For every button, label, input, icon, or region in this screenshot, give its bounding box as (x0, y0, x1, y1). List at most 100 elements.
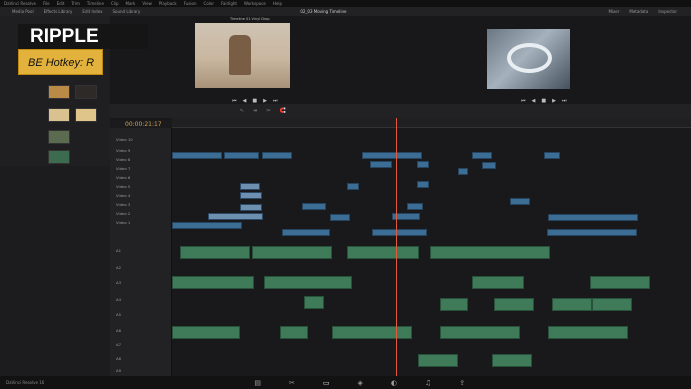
audio-clip[interactable] (252, 246, 332, 259)
timeline-viewer[interactable] (487, 29, 570, 89)
clip-thumbnail[interactable] (48, 150, 70, 164)
video-clip[interactable] (547, 229, 637, 236)
fairlight-page-icon[interactable]: ♫ (425, 379, 431, 387)
time-ruler[interactable] (172, 118, 691, 128)
video-clip[interactable] (302, 203, 326, 210)
menu-item-12[interactable]: Workspace (244, 1, 266, 6)
video-clip[interactable] (282, 229, 330, 236)
menu-item-13[interactable]: Help (273, 1, 282, 6)
video-clip[interactable] (240, 183, 260, 190)
menu-item-11[interactable]: Fairlight (221, 1, 237, 6)
menu-item-2[interactable]: Edit (57, 1, 65, 6)
audio-clip[interactable] (347, 246, 419, 259)
video-clip[interactable] (224, 152, 259, 159)
menu-item-5[interactable]: Clip (111, 1, 119, 6)
menu-item-8[interactable]: Playback (159, 1, 177, 6)
clip-thumbnail[interactable] (75, 108, 97, 122)
media-pool-button[interactable]: Media Pool (12, 9, 34, 14)
video-clip[interactable] (208, 213, 263, 220)
audio-clip[interactable] (172, 276, 254, 289)
person-silhouette (229, 35, 251, 75)
video-clip[interactable] (330, 214, 350, 221)
audio-clip[interactable] (472, 276, 524, 289)
audio-clip[interactable] (492, 354, 532, 367)
clip-thumbnail[interactable] (75, 85, 97, 99)
track-label-a9: A9 (116, 368, 122, 373)
inspector-button[interactable]: Inspector (658, 9, 677, 14)
audio-clip[interactable] (172, 326, 240, 339)
audio-clip[interactable] (440, 298, 468, 311)
audio-clip[interactable] (548, 326, 628, 339)
audio-clip[interactable] (264, 276, 352, 289)
menu-item-3[interactable]: Trim (71, 1, 80, 6)
clip-thumbnail[interactable] (48, 108, 70, 122)
cut-page-icon[interactable]: ✂ (289, 379, 295, 387)
video-clip[interactable] (472, 152, 492, 159)
timeline-tracks[interactable] (172, 128, 691, 376)
metadata-button[interactable]: Metadata (629, 9, 648, 14)
color-page-icon[interactable]: ◐ (391, 379, 397, 387)
video-clip[interactable] (417, 181, 429, 188)
bottom-page-bar: DaVinci Resolve 16 ▤ ✂ ▭ ◈ ◐ ♫ ⇪ (0, 376, 691, 389)
track-label-video-3: Video 3 (116, 202, 131, 207)
audio-clip[interactable] (180, 246, 250, 259)
audio-clip[interactable] (552, 298, 592, 311)
media-page-icon[interactable]: ▤ (254, 379, 261, 387)
track-label-a3: A3 (116, 280, 122, 285)
video-clip[interactable] (370, 161, 392, 168)
video-clip[interactable] (417, 161, 429, 168)
video-clip[interactable] (240, 192, 262, 199)
track-label-a2: A2 (116, 265, 122, 270)
video-clip[interactable] (372, 229, 427, 236)
playhead[interactable] (396, 118, 397, 376)
track-label-video-2: Video 2 (116, 211, 131, 216)
audio-clip[interactable] (418, 354, 458, 367)
menu-item-6[interactable]: Mark (126, 1, 136, 6)
audio-clip[interactable] (332, 326, 412, 339)
deliver-page-icon[interactable]: ⇪ (459, 379, 465, 387)
mixer-button[interactable]: Mixer (608, 9, 619, 14)
video-clip[interactable] (362, 152, 422, 159)
audio-clip[interactable] (430, 246, 550, 259)
blade-tool-icon[interactable]: ✂ (266, 108, 270, 114)
audio-clip[interactable] (440, 326, 520, 339)
source-viewer[interactable] (195, 23, 290, 88)
clip-thumbnail[interactable] (48, 130, 70, 144)
audio-clip[interactable] (592, 298, 632, 311)
menu-item-9[interactable]: Fusion (184, 1, 197, 6)
clip-thumbnail[interactable] (48, 85, 70, 99)
menu-item-1[interactable]: File (43, 1, 50, 6)
video-clip[interactable] (172, 222, 242, 229)
app-name: DaVinci Resolve 16 (6, 380, 45, 385)
top-toolbar: Media Pool Effects Library Edit Index So… (0, 7, 691, 16)
audio-clip[interactable] (304, 296, 324, 309)
video-clip[interactable] (544, 152, 560, 159)
video-clip[interactable] (458, 168, 468, 175)
sound-library-button[interactable]: Sound Library (112, 9, 140, 14)
audio-clip[interactable] (590, 276, 650, 289)
menu-item-10[interactable]: Color (204, 1, 214, 6)
video-clip[interactable] (240, 204, 262, 211)
track-label-video-10: Video 10 (116, 137, 133, 142)
menu-bar: DaVinci Resolve File Edit Trim Timeline Clip M… (0, 0, 691, 7)
edit-page-icon[interactable]: ▭ (323, 379, 330, 387)
audio-clip[interactable] (494, 298, 534, 311)
menu-item-4[interactable]: Timeline (87, 1, 104, 6)
menu-item-7[interactable]: View (142, 1, 152, 6)
trim-tool-icon[interactable]: ⇹ (253, 108, 257, 114)
audio-clip[interactable] (280, 326, 308, 339)
edit-index-button[interactable]: Edit Index (82, 9, 102, 14)
selection-tool-icon[interactable]: ↖ (240, 108, 244, 114)
effects-library-button[interactable]: Effects Library (44, 9, 73, 14)
video-clip[interactable] (347, 183, 359, 190)
video-clip[interactable] (510, 198, 530, 205)
video-clip[interactable] (548, 214, 638, 221)
video-clip[interactable] (407, 203, 423, 210)
snapping-icon[interactable]: 🧲 (280, 108, 286, 114)
menu-item-0[interactable]: DaVinci Resolve (4, 1, 36, 6)
video-clip[interactable] (172, 152, 222, 159)
video-clip[interactable] (262, 152, 292, 159)
video-clip[interactable] (482, 162, 496, 169)
track-label-a4: A4 (116, 297, 122, 302)
fusion-page-icon[interactable]: ◈ (357, 379, 362, 387)
